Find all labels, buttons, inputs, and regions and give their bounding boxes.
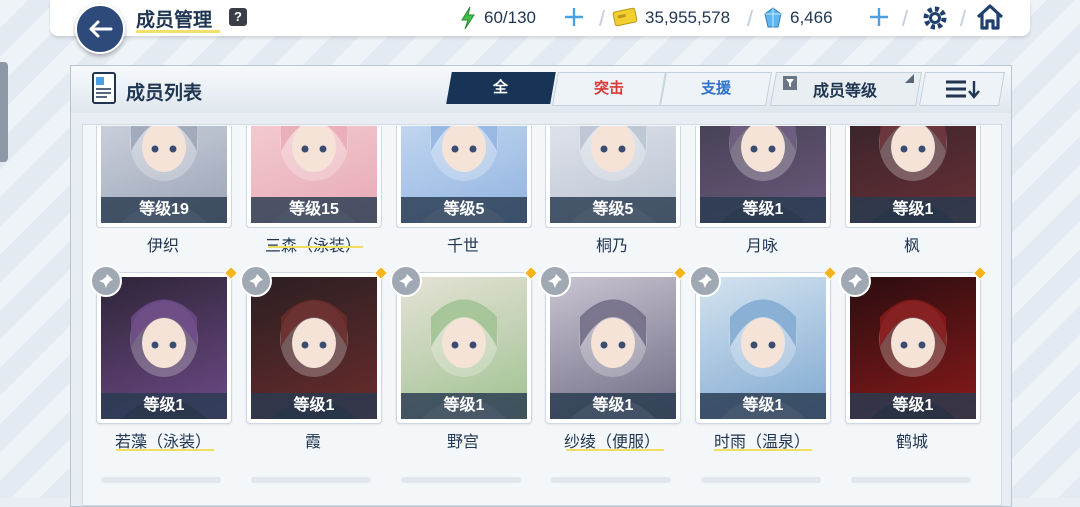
- title-underline: [136, 30, 220, 33]
- tab-label: 突击: [593, 80, 624, 97]
- pushpin-icon: [848, 274, 862, 288]
- pushpin-icon: [548, 274, 562, 288]
- member-name: 桐乃: [595, 238, 628, 255]
- member-level: 等级1: [101, 393, 227, 419]
- stamina-icon: [461, 6, 475, 30]
- member-level: 等级1: [550, 393, 676, 419]
- row-hint: [401, 477, 521, 483]
- page-title: 成员管理: [136, 10, 213, 31]
- home-icon[interactable]: [976, 4, 1004, 30]
- panel-title: 成员列表: [126, 83, 203, 104]
- gear-icon[interactable]: [922, 5, 948, 31]
- member-name: 三森（泳装）: [264, 238, 361, 255]
- member-list-icon: [92, 72, 116, 104]
- member-name: 野宫: [446, 434, 479, 451]
- tab-support[interactable]: 支援: [660, 72, 772, 106]
- member-level: 等级1: [401, 393, 527, 419]
- member-name: 千世: [446, 238, 479, 255]
- gem-icon: [764, 7, 782, 28]
- member-card[interactable]: 等级1: [839, 265, 988, 424]
- pin-icon[interactable]: [689, 265, 721, 297]
- name-highlight: [116, 449, 214, 451]
- pin-icon[interactable]: [539, 265, 571, 297]
- member-name: 鹤城: [895, 434, 928, 451]
- tab-strike[interactable]: 突击: [552, 72, 666, 106]
- member-name: 月咏: [745, 238, 778, 255]
- panel-header: 成员列表 全 突击 支援 成员等级: [71, 66, 1011, 113]
- tab-label: 全: [493, 79, 509, 96]
- member-level: 等级1: [700, 393, 826, 419]
- member-card[interactable]: 等级1: [539, 265, 688, 424]
- filter-icon: [783, 76, 797, 90]
- pushpin-icon: [399, 274, 413, 288]
- member-card[interactable]: 等级1: [90, 265, 239, 424]
- pin-icon[interactable]: [839, 265, 871, 297]
- credit-icon: [612, 7, 638, 27]
- row-hint: [101, 477, 221, 483]
- member-level: 等级19: [101, 197, 227, 223]
- row-hint: [701, 477, 821, 483]
- row-hint: [251, 477, 371, 483]
- pin-icon[interactable]: [240, 265, 272, 297]
- gems-value: 6,466: [790, 8, 833, 27]
- member-card[interactable]: 等级1: [240, 265, 389, 424]
- member-name: 枫: [903, 238, 920, 255]
- member-level: 等级1: [850, 393, 976, 419]
- pushpin-icon: [698, 274, 712, 288]
- member-level: 等级5: [401, 197, 527, 223]
- member-card[interactable]: 等级1: [689, 265, 838, 424]
- member-level: 等级15: [251, 197, 377, 223]
- side-drawer-handle[interactable]: [0, 62, 8, 162]
- member-level: 等级5: [550, 197, 676, 223]
- sort-label: 成员等级: [813, 83, 878, 100]
- sort-order-icon: [946, 80, 980, 99]
- sort-dropdown-indicator: [905, 74, 914, 83]
- arrow-left-icon: [89, 20, 113, 38]
- pin-icon[interactable]: [390, 265, 422, 297]
- row-hint: [851, 477, 971, 483]
- member-level: 等级1: [850, 197, 976, 223]
- help-button[interactable]: ?: [229, 8, 247, 26]
- tab-label: 支援: [700, 80, 731, 97]
- member-level: 等级1: [251, 393, 377, 419]
- add-stamina-button[interactable]: [563, 6, 585, 28]
- name-highlight: [566, 449, 664, 451]
- tab-all[interactable]: 全: [446, 72, 556, 104]
- stamina-value: 60/130: [484, 8, 536, 27]
- credits-value: 35,955,578: [645, 8, 731, 27]
- add-gems-button[interactable]: [868, 6, 890, 28]
- pushpin-icon: [249, 274, 263, 288]
- back-button[interactable]: [75, 4, 125, 54]
- name-highlight: [714, 449, 812, 451]
- member-name: 霞: [304, 434, 321, 451]
- row-hint: [551, 477, 671, 483]
- name-highlight: [268, 246, 363, 248]
- member-name: 伊织: [146, 238, 179, 255]
- pushpin-icon: [99, 274, 113, 288]
- member-level: 等级1: [700, 197, 826, 223]
- pin-icon[interactable]: [90, 265, 122, 297]
- member-card[interactable]: 等级1: [390, 265, 539, 424]
- sort-order-button[interactable]: [919, 72, 1005, 106]
